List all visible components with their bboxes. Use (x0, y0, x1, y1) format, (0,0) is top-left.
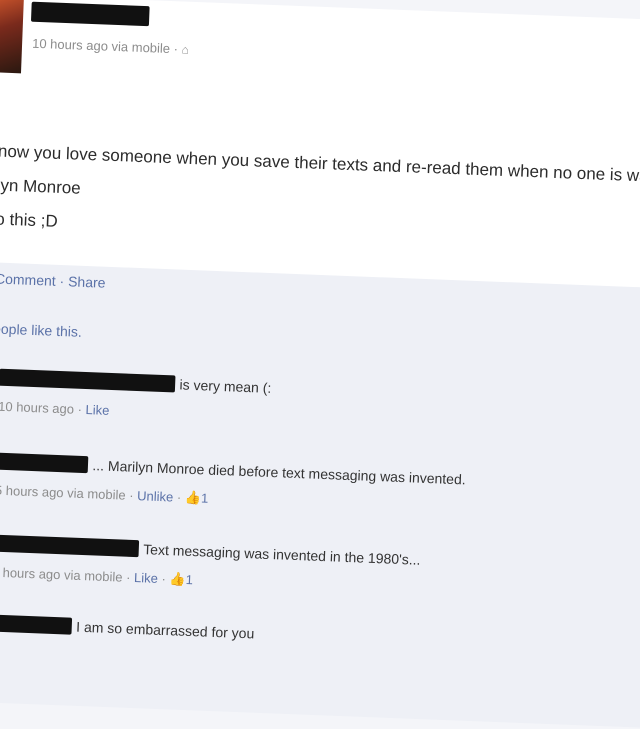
likes-summary[interactable]: eople like this. (0, 320, 82, 339)
post-meta: 10 hours ago via mobile · ⌂ (32, 36, 189, 57)
facebook-post: 10 hours ago via mobile · ⌂ now you love… (0, 0, 640, 729)
comment-meta: 5 hours ago via mobile · Unlike · 👍1 (0, 483, 635, 524)
comment-text: I am so embarrassed for you (75, 618, 255, 642)
commenter-name-redacted (0, 452, 89, 474)
thumbs-up-icon: 👍 (169, 571, 186, 588)
comment: ... Marilyn Monroe died before text mess… (0, 452, 636, 524)
comment: is very mean (: 10 hours ago · Like (0, 368, 639, 439)
commenter-name-redacted (0, 368, 176, 393)
share-link[interactable]: Share (68, 273, 106, 290)
poster-name-redacted (30, 1, 150, 27)
action-separator: · (55, 272, 69, 290)
comment-text: ... Marilyn Monroe died before text mess… (92, 457, 467, 488)
avatar[interactable] (0, 0, 25, 74)
meta-separator: · (173, 489, 186, 505)
comment-text: Text messaging was invented in the 1980'… (142, 541, 421, 568)
comment-timestamp: 4 hours ago via mobile · (0, 564, 135, 586)
unlike-link[interactable]: Unlike (137, 488, 174, 504)
commenter-name-redacted (0, 534, 140, 558)
post-body: now you love someone when you save their… (0, 135, 640, 262)
mobile-icon: ⌂ (181, 42, 190, 57)
comment: Text messaging was invented in the 1980'… (0, 534, 633, 606)
thumbs-up-icon: 👍 (184, 489, 202, 506)
comment-text: is very mean (: (179, 376, 272, 396)
comment-timestamp: 10 hours ago · (0, 398, 86, 418)
like-count[interactable]: 1 (185, 572, 193, 587)
comment: I am so embarrassed for you (0, 614, 630, 658)
like-count[interactable]: 1 (201, 491, 209, 506)
like-link[interactable]: Like (134, 570, 158, 586)
commenter-name-redacted (0, 614, 73, 635)
comment-timestamp: 5 hours ago via mobile · (0, 482, 138, 504)
comment-link[interactable]: Comment (0, 270, 56, 288)
meta-separator: · (157, 570, 170, 587)
post-actions-area: Comment · Share eople like this. is very… (0, 262, 640, 729)
action-links: Comment · Share (0, 270, 106, 290)
comment-meta: 4 hours ago via mobile · Like · 👍1 (0, 565, 632, 606)
comment-meta: 10 hours ago · Like (0, 399, 638, 439)
post-timestamp: 10 hours ago via mobile · (31, 35, 182, 57)
post-header: 10 hours ago via mobile · ⌂ (0, 0, 640, 100)
like-link[interactable]: Like (85, 402, 109, 418)
